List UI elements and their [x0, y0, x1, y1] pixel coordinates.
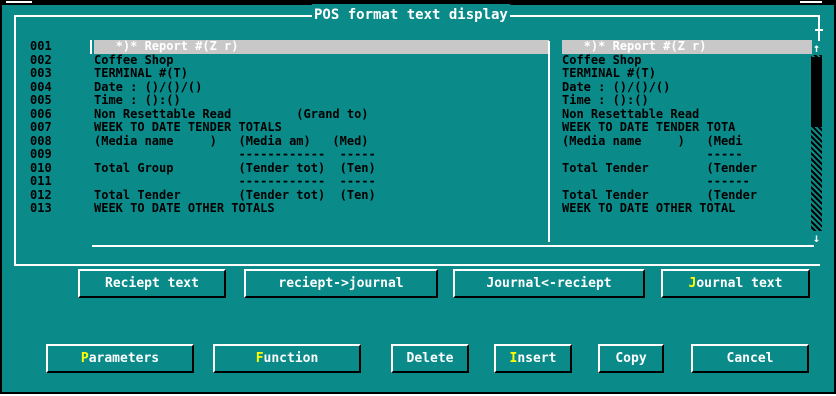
- insert-label: nsert: [517, 351, 557, 366]
- pane-divider: [548, 41, 550, 242]
- line-number: 004: [30, 79, 52, 94]
- copy-button[interactable]: Copy: [598, 344, 664, 373]
- receipt-line[interactable]: ------------ -----: [94, 147, 549, 162]
- dialog-frame-bottom: [14, 264, 820, 266]
- text-area-bottom-edge: [92, 245, 814, 247]
- insert-button[interactable]: Insert: [494, 344, 572, 373]
- journal-line[interactable]: (Media name ) (Medi: [562, 134, 812, 149]
- line-number: 006: [30, 106, 52, 121]
- receipt-pane-edge: [90, 40, 92, 54]
- receipt-line[interactable]: (Media name ) (Media am) (Med): [94, 134, 549, 149]
- pos-format-window: POS format text display 001 002 003 004 005 0…: [0, 0, 836, 394]
- window-bottom-border: [0, 392, 836, 394]
- dialog-frame-right: [818, 15, 820, 41]
- line-number: 001: [30, 39, 52, 53]
- line-number: 007: [30, 120, 52, 134]
- line-number: 008: [30, 133, 52, 148]
- receipt-line[interactable]: TERMINAL #(T): [94, 66, 549, 81]
- dialog-frame-corner: [815, 29, 823, 31]
- receipt-text-button[interactable]: Reciept text: [78, 269, 226, 298]
- journal-from-receipt-label: Journal<-reciept: [486, 276, 612, 291]
- line-number-column: 001 002 003 004 005 006 007 008 009 010 011 012 013: [30, 39, 70, 216]
- cancel-button[interactable]: Cancel: [691, 344, 809, 373]
- receipt-line[interactable]: WEEK TO DATE OTHER TOTALS: [94, 201, 549, 216]
- line-number: 003: [30, 66, 52, 80]
- vertical-scrollbar[interactable]: ↑ ↓: [811, 41, 822, 245]
- receipt-line[interactable]: Total Tender (Tender tot) (Ten): [94, 188, 549, 203]
- line-number: 013: [30, 201, 52, 215]
- journal-line[interactable]: Total Tender (Tender: [562, 161, 812, 176]
- dialog-frame-left: [14, 15, 16, 265]
- parameters-label: arameters: [88, 351, 160, 366]
- journal-line[interactable]: Date : ()/()/(): [562, 80, 812, 95]
- receipt-text-label: Reciept text: [105, 276, 199, 291]
- delete-button[interactable]: Delete: [391, 344, 469, 373]
- scroll-up-arrow-icon[interactable]: ↑: [811, 41, 822, 55]
- line-number: 012: [30, 187, 52, 202]
- scroll-down-arrow-icon[interactable]: ↓: [811, 231, 822, 245]
- receipt-line[interactable]: *)* Report #(Z r): [94, 39, 549, 54]
- journal-line[interactable]: WEEK TO DATE OTHER TOTAL: [562, 201, 812, 216]
- journal-line[interactable]: Coffee Shop: [562, 53, 812, 68]
- journal-line[interactable]: ------: [562, 174, 812, 189]
- journal-text-pane[interactable]: *)* Report #(Z r) Coffee Shop TERMINAL #(T…: [562, 40, 812, 216]
- receipt-line[interactable]: WEEK TO DATE TENDER TOTALS: [94, 120, 549, 135]
- scrollbar-thumb[interactable]: [811, 57, 822, 127]
- journal-line[interactable]: Time : ():(): [562, 93, 812, 108]
- copy-label: Copy: [615, 351, 647, 366]
- function-button[interactable]: Function: [213, 344, 361, 373]
- parameters-hotkey: P: [80, 351, 89, 366]
- line-number: 005: [30, 93, 52, 107]
- system-menu-icon[interactable]: [6, 1, 32, 3]
- line-number: 009: [30, 147, 52, 161]
- line-number: 002: [30, 52, 52, 67]
- receipt-line[interactable]: Date : ()/()/(): [94, 80, 549, 95]
- journal-line[interactable]: *)* Report #(Z r): [562, 40, 812, 54]
- journal-line[interactable]: WEEK TO DATE TENDER TOTA: [562, 120, 812, 135]
- receipt-text-pane[interactable]: *)* Report #(Z r) Coffee Shop TERMINAL #(T…: [94, 39, 549, 216]
- receipt-line[interactable]: Coffee Shop: [94, 53, 549, 68]
- window-control-icon[interactable]: [800, 1, 822, 3]
- receipt-line[interactable]: ------------ -----: [94, 174, 549, 189]
- journal-line[interactable]: TERMINAL #(T): [562, 66, 812, 81]
- receipt-to-journal-button[interactable]: reciept->journal: [244, 269, 438, 298]
- window-left-border: [0, 5, 2, 394]
- receipt-to-journal-label: reciept->journal: [278, 276, 404, 291]
- journal-text-button[interactable]: Journal text: [661, 269, 810, 298]
- parameters-button[interactable]: Parameters: [46, 344, 194, 373]
- line-number: 011: [30, 174, 52, 188]
- journal-from-receipt-button[interactable]: Journal<-reciept: [453, 269, 645, 298]
- function-hotkey: F: [255, 351, 264, 366]
- journal-text-label: ournal text: [696, 276, 783, 291]
- function-label: unction: [263, 351, 319, 366]
- cancel-label: Cancel: [726, 351, 774, 366]
- receipt-line[interactable]: Non Resettable Read (Grand to): [94, 107, 549, 122]
- receipt-line[interactable]: Time : ():(): [94, 93, 549, 108]
- receipt-line[interactable]: Total Group (Tender tot) (Ten): [94, 161, 549, 176]
- journal-line[interactable]: Total Tender (Tender: [562, 188, 812, 203]
- window-title: POS format text display: [312, 4, 510, 26]
- delete-label: Delete: [406, 351, 454, 366]
- journal-line[interactable]: Non Resettable Read: [562, 107, 812, 122]
- journal-line[interactable]: -----: [562, 147, 812, 162]
- line-number: 010: [30, 160, 52, 175]
